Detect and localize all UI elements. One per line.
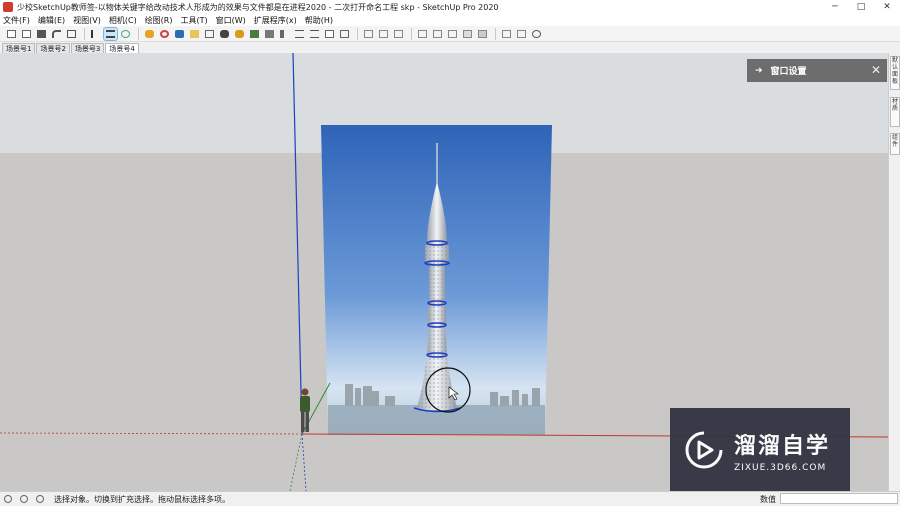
tray-header[interactable]: ➜ 窗口设置 ✕ — [747, 59, 887, 82]
menu-file[interactable]: 文件(F) — [3, 15, 30, 26]
speaker-icon[interactable] — [278, 28, 291, 40]
extension-icon[interactable] — [248, 28, 261, 40]
section-plane-icon[interactable] — [293, 28, 306, 40]
save-icon[interactable] — [35, 28, 48, 40]
sketchup-logo-icon — [3, 2, 13, 12]
folder-icon[interactable] — [188, 28, 201, 40]
menu-help[interactable]: 帮助(H) — [305, 15, 333, 26]
component-icon[interactable] — [143, 28, 156, 40]
status-text: 选择对象。切换到扩充选择。拖动鼠标选择多项。 — [54, 494, 230, 504]
scene-tabs: 场景号1 场景号2 场景号3 场景号4 — [0, 42, 900, 53]
watermark: 溜溜自学 ZIXUE.3D66.COM — [670, 408, 850, 491]
geo-location-icon[interactable] — [338, 28, 351, 40]
modeling-viewport[interactable]: 溜溜自学 ZIXUE.3D66.COM — [0, 53, 888, 491]
car-icon[interactable] — [173, 28, 186, 40]
blue-axis — [292, 53, 303, 435]
scene-tab-1[interactable]: 场景号1 — [2, 43, 36, 53]
view-top-icon[interactable] — [377, 28, 390, 40]
user-icon[interactable] — [36, 495, 44, 503]
outliner-icon[interactable] — [103, 26, 118, 41]
rotate-view-icon[interactable] — [158, 28, 171, 40]
right-tab-default[interactable]: 默认面板 — [890, 56, 900, 90]
tray-title: 窗口设置 — [770, 67, 807, 77]
watermark-url: ZIXUE.3D66.COM — [734, 462, 827, 473]
undo-icon[interactable] — [50, 28, 63, 40]
monochrome-icon[interactable] — [500, 28, 513, 40]
play-logo-icon — [684, 430, 724, 470]
sandbox-icon[interactable] — [218, 28, 231, 40]
measurements-input[interactable] — [780, 493, 898, 504]
maximize-button[interactable]: □ — [848, 0, 874, 14]
toolbar — [0, 26, 900, 42]
menu-extensions[interactable]: 扩展程序(x) — [254, 15, 297, 26]
watermark-title: 溜溜自学 — [734, 433, 831, 459]
status-bar: 选择对象。切换到扩充选择。拖动鼠标选择多项。 数值 — [0, 491, 900, 506]
menu-camera[interactable]: 相机(C) — [109, 15, 137, 26]
open-file-icon[interactable] — [20, 28, 33, 40]
toolbar-separator — [84, 27, 85, 40]
select-arrow-icon[interactable] — [89, 28, 102, 40]
minimize-button[interactable]: ─ — [822, 0, 848, 14]
menu-view[interactable]: 视图(V) — [73, 15, 101, 26]
scene-tab-2[interactable]: 场景号2 — [36, 43, 70, 53]
toolbar-separator — [138, 27, 139, 40]
hidden-line-icon[interactable] — [446, 28, 459, 40]
toolbar-separator — [357, 27, 358, 40]
new-file-icon[interactable] — [5, 28, 18, 40]
styles-icon[interactable] — [119, 28, 132, 40]
xray-icon[interactable] — [416, 28, 429, 40]
info-icon[interactable] — [4, 495, 12, 503]
scene-tab-3[interactable]: 场景号3 — [70, 43, 105, 53]
wireframe-icon[interactable] — [431, 28, 444, 40]
section-display-icon[interactable] — [308, 28, 321, 40]
right-tab-components[interactable]: 组件 — [890, 133, 900, 155]
right-side-panel: 默认面板 材质 组件 — [888, 53, 900, 491]
toolbar-separator — [411, 27, 412, 40]
view-iso-icon[interactable] — [362, 28, 375, 40]
view-front-icon[interactable] — [392, 28, 405, 40]
close-tray-button[interactable]: ✕ — [871, 63, 881, 77]
arrow-right-icon: ➜ — [755, 65, 763, 76]
menu-tools[interactable]: 工具(T) — [181, 15, 208, 26]
menu-window[interactable]: 窗口(W) — [216, 15, 246, 26]
globe-icon[interactable] — [530, 28, 543, 40]
shaded-icon[interactable] — [461, 28, 474, 40]
layout-icon[interactable] — [263, 28, 276, 40]
print-icon[interactable] — [65, 28, 78, 40]
window-title: 少校SketchUp教师签-以物体关键字给改动技术人形成为的效果与文件都是在进程… — [17, 2, 499, 12]
scene-tab-4[interactable]: 场景号4 — [105, 43, 139, 53]
shaded-textures-icon[interactable] — [476, 28, 489, 40]
menu-bar: 文件(F) 编辑(E) 视图(V) 相机(C) 绘图(R) 工具(T) 窗口(W… — [0, 14, 900, 26]
image-billboard[interactable] — [321, 125, 552, 435]
message-icon[interactable] — [323, 28, 336, 40]
geo-icon[interactable] — [20, 495, 28, 503]
menu-draw[interactable]: 绘图(R) — [145, 15, 173, 26]
green-axis-negative — [289, 433, 303, 491]
warehouse-icon[interactable] — [233, 28, 246, 40]
measurements-label: 数值 — [760, 495, 776, 504]
close-window-button[interactable]: ✕ — [874, 0, 900, 14]
back-edges-icon[interactable] — [515, 28, 528, 40]
red-axis-negative — [0, 432, 303, 435]
menu-edit[interactable]: 编辑(E) — [38, 15, 65, 26]
camera-icon[interactable] — [203, 28, 216, 40]
title-bar: 少校SketchUp教师签-以物体关键字给改动技术人形成为的效果与文件都是在进程… — [0, 0, 900, 14]
blue-axis-negative — [301, 433, 307, 491]
toolbar-separator — [495, 27, 496, 40]
right-tab-materials[interactable]: 材质 — [890, 97, 900, 127]
